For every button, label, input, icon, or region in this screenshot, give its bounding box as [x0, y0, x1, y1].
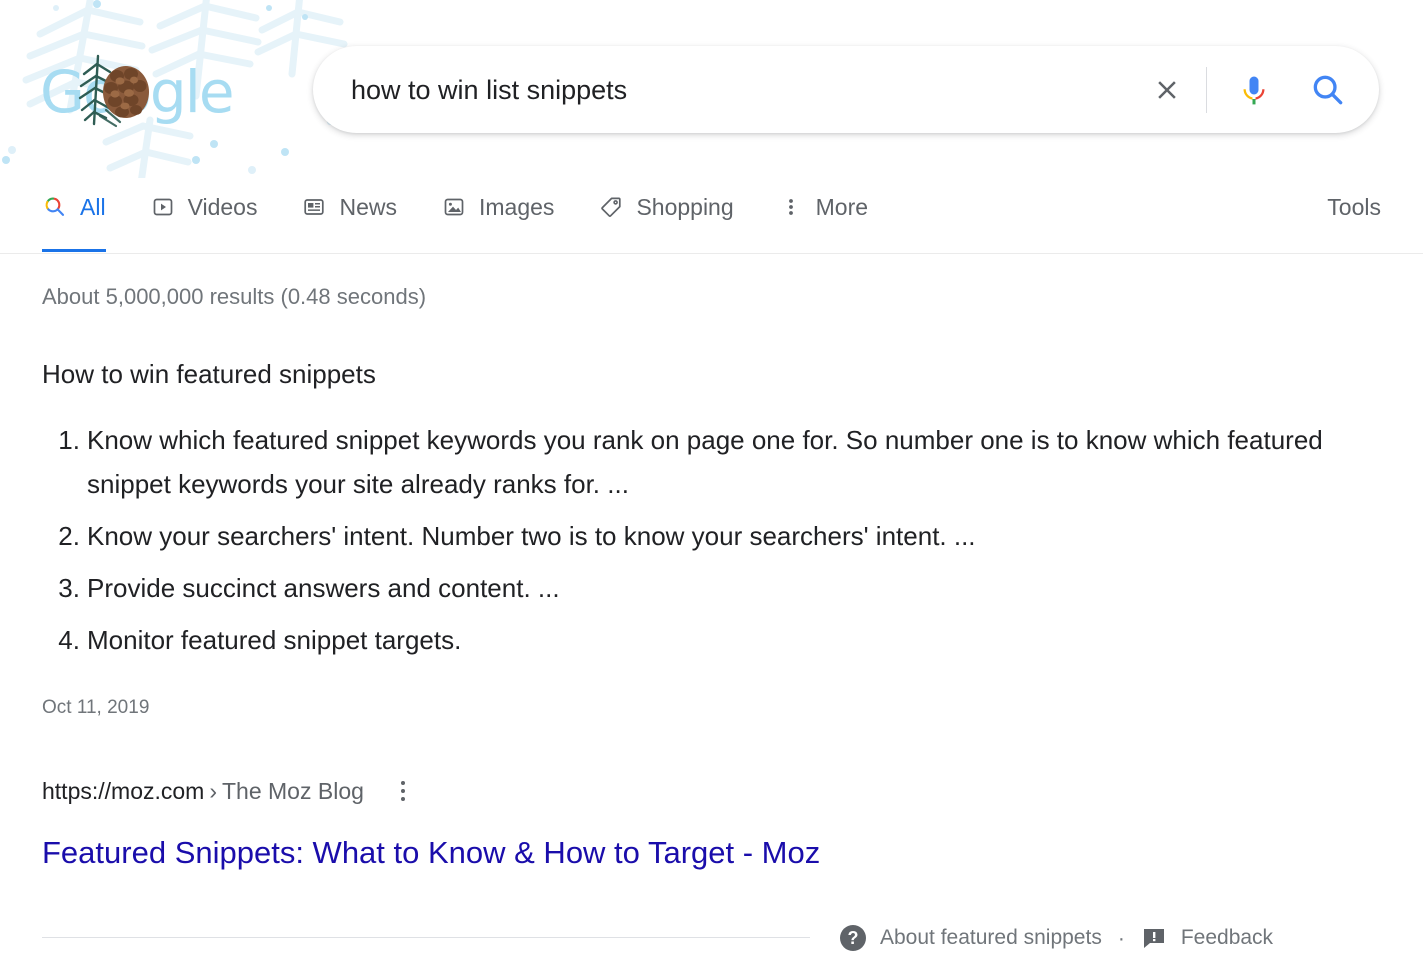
more-vertical-icon — [778, 194, 804, 220]
list-item: Monitor featured snippet targets. — [46, 618, 462, 662]
image-icon — [441, 194, 467, 220]
tab-shopping[interactable]: Shopping — [598, 178, 734, 236]
close-icon[interactable] — [1144, 67, 1190, 113]
about-featured-snippets-label: About featured snippets — [880, 926, 1102, 949]
result-stats: About 5,000,000 results (0.48 seconds) — [42, 284, 427, 309]
feedback-link[interactable]: Feedback — [1141, 926, 1273, 950]
tab-more[interactable]: More — [778, 178, 868, 236]
result-source-row: https://moz.com › The Moz Blog — [42, 776, 1423, 806]
search-actions — [1144, 65, 1353, 115]
list-item: Know which featured snippet keywords you… — [46, 418, 1323, 499]
footer-divider — [42, 937, 810, 938]
featured-snippet-footer: ? About featured snippets · Feedback — [42, 918, 1423, 958]
featured-snippet-list: Know which featured snippet keywords you… — [42, 418, 1423, 662]
news-icon — [301, 194, 327, 220]
google-search-icon — [42, 194, 68, 220]
search-tabs: All Videos News Images Shopping More Too… — [0, 178, 1423, 254]
search-input[interactable] — [351, 69, 1144, 110]
tab-images-label: Images — [479, 193, 555, 220]
tab-all[interactable]: All — [42, 178, 106, 252]
help-circle-icon: ? — [840, 925, 866, 951]
tab-news-label: News — [339, 193, 397, 220]
microphone-icon[interactable] — [1229, 65, 1279, 115]
result-title-link[interactable]: Featured Snippets: What to Know & How to… — [42, 834, 820, 872]
tab-more-label: More — [815, 193, 869, 220]
tab-news[interactable]: News — [301, 178, 397, 236]
featured-snippet-heading: How to win featured snippets — [42, 359, 376, 389]
feedback-label: Feedback — [1180, 926, 1274, 949]
tab-videos-label: Videos — [187, 193, 258, 220]
kebab-dot — [400, 797, 405, 801]
result-options-button[interactable] — [388, 776, 418, 806]
footer-separator: · — [1117, 926, 1125, 950]
result-url[interactable]: https://moz.com › The Moz Blog — [42, 778, 364, 805]
feedback-icon — [1141, 926, 1167, 950]
snippet-date: Oct 11, 2019 — [42, 697, 150, 718]
kebab-dot — [400, 789, 405, 793]
breadcrumb-separator: › — [209, 777, 217, 804]
page-header: Google — [0, 0, 1423, 178]
search-box[interactable] — [313, 46, 1379, 133]
video-icon — [150, 194, 176, 220]
pinecone-icon — [76, 50, 162, 134]
breadcrumb-label: The Moz Blog — [222, 777, 364, 804]
tab-images[interactable]: Images — [441, 178, 554, 236]
results-area: About 5,000,000 results (0.48 seconds) H… — [0, 284, 1423, 958]
result-domain: https://moz.com — [42, 777, 205, 804]
tag-icon — [598, 194, 624, 220]
search-divider — [1206, 66, 1207, 113]
search-icon[interactable] — [1303, 65, 1353, 115]
tab-videos[interactable]: Videos — [150, 178, 258, 236]
footer-links: ? About featured snippets · Feedback — [840, 918, 1273, 958]
tab-list: All Videos News Images Shopping More — [42, 178, 912, 253]
tools-button[interactable]: Tools — [1327, 178, 1381, 236]
list-item: Know your searchers' intent. Number two … — [46, 514, 976, 558]
kebab-dot — [400, 781, 405, 785]
tab-all-label: All — [80, 193, 106, 220]
list-item: Provide succinct answers and content. ..… — [46, 566, 560, 610]
about-featured-snippets-link[interactable]: ? About featured snippets — [840, 925, 1102, 951]
tab-shopping-label: Shopping — [636, 193, 734, 220]
google-logo[interactable]: Google — [40, 54, 235, 128]
